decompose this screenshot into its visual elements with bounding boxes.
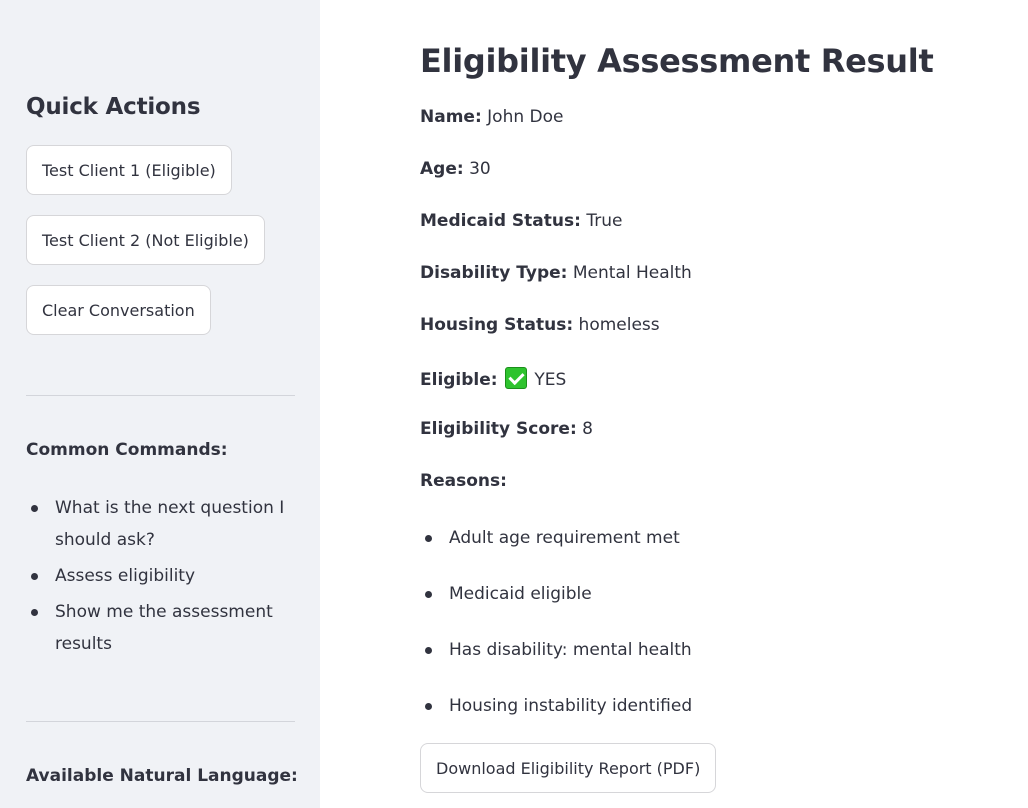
check-mark-icon [505, 367, 527, 389]
eligibility-score-field: Eligibility Score: 8 [420, 419, 593, 439]
sidebar-divider [26, 395, 295, 396]
list-item: Medicaid eligible [420, 578, 692, 634]
field-label: Reasons: [420, 471, 507, 491]
field-value: True [586, 211, 623, 231]
field-value: YES [534, 370, 567, 390]
age-field: Age: 30 [420, 159, 491, 179]
reasons-list: Adult age requirement met Medicaid eligi… [420, 522, 692, 746]
name-field: Name: John Doe [420, 107, 563, 127]
field-value: 30 [469, 159, 491, 179]
list-item: Has disability: mental health [420, 634, 692, 690]
field-label: Housing Status: [420, 315, 574, 335]
list-item: What is the next question I should ask? [26, 492, 288, 556]
sidebar-divider [26, 721, 295, 722]
main-content: Eligibility Assessment Result Name: John… [320, 0, 1028, 808]
housing-status-field: Housing Status: homeless [420, 315, 660, 335]
download-report-button[interactable]: Download Eligibility Report (PDF) [420, 743, 717, 793]
reasons-heading: Reasons: [420, 471, 507, 491]
list-item: Adult age requirement met [420, 522, 692, 578]
field-label: Eligibility Score: [420, 419, 577, 439]
disability-type-field: Disability Type: Mental Health [420, 263, 692, 283]
natural-language-heading: Available Natural Language: [26, 766, 298, 786]
clear-conversation-button[interactable]: Clear Conversation [26, 285, 211, 335]
common-commands-heading: Common Commands: [26, 440, 228, 460]
test-client-2-button[interactable]: Test Client 2 (Not Eligible) [26, 215, 265, 265]
field-value: homeless [578, 315, 660, 335]
app-root: Quick Actions Test Client 1 (Eligible) T… [0, 0, 1028, 808]
page-title: Eligibility Assessment Result [420, 42, 934, 80]
quick-actions-heading: Quick Actions [26, 94, 201, 120]
sidebar: Quick Actions Test Client 1 (Eligible) T… [0, 0, 320, 808]
field-value: Mental Health [572, 263, 692, 283]
list-item: Show me the assessment results [26, 596, 288, 660]
field-label: Age: [420, 159, 464, 179]
field-value: John Doe [487, 107, 564, 127]
field-label: Disability Type: [420, 263, 568, 283]
field-label: Name: [420, 107, 482, 127]
common-commands-list: What is the next question I should ask? … [26, 492, 288, 664]
list-item: Housing instability identified [420, 690, 692, 746]
medicaid-status-field: Medicaid Status: True [420, 211, 622, 231]
list-item: Assess eligibility [26, 560, 288, 592]
field-label: Eligible: [420, 370, 498, 390]
eligible-field: Eligible: YES [420, 367, 566, 390]
field-value: 8 [582, 419, 593, 439]
test-client-1-button[interactable]: Test Client 1 (Eligible) [26, 145, 232, 195]
field-label: Medicaid Status: [420, 211, 581, 231]
